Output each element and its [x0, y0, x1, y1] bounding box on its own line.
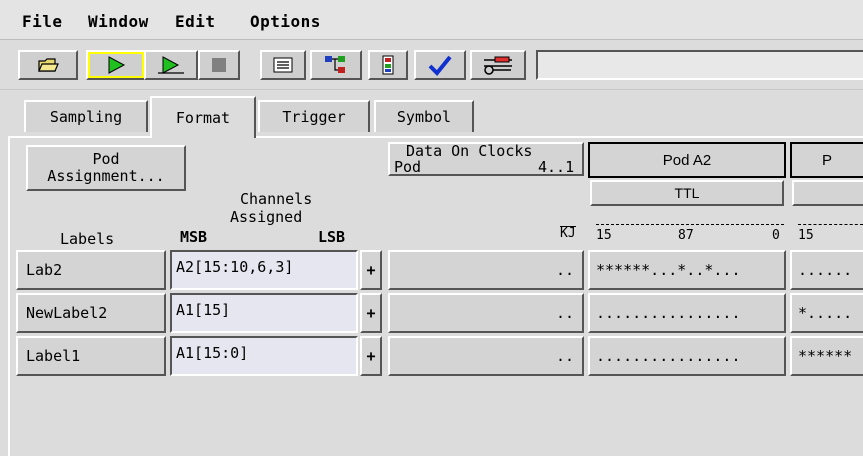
pod-a2-bits: ******...*..*... [596, 261, 741, 279]
pod-a2-threshold-button[interactable]: TTL [590, 180, 784, 206]
plus-icon: + [366, 347, 376, 365]
label-button-newlabel2[interactable]: NewLabel2 [16, 293, 166, 333]
tools-button[interactable] [470, 50, 526, 80]
menu-window[interactable]: Window [88, 12, 149, 31]
toolbar-input[interactable] [536, 50, 863, 80]
channels-value: A2[15:10,6,3] [176, 258, 294, 276]
add-channel-button[interactable]: + [360, 250, 382, 290]
channels-value: A1[15:0] [176, 344, 249, 362]
pod-a2-bits: ................ [596, 304, 741, 322]
data-on-clocks-label: Data On Clocks [406, 142, 533, 160]
pod-next-bits: ****** [798, 347, 853, 365]
tree-icon [325, 56, 345, 73]
check-button[interactable] [414, 50, 466, 80]
row-label: Lab2 [26, 261, 63, 279]
data-on-clocks-pod: Pod [394, 158, 422, 176]
bit-scale-line [596, 224, 784, 225]
listing-icon [273, 57, 293, 73]
tab-sampling[interactable]: Sampling [24, 100, 148, 132]
pod-a2-header[interactable]: Pod A2 [588, 142, 786, 178]
channels-field-newlabel2[interactable]: A1[15] [170, 293, 358, 333]
plus-icon: + [366, 261, 376, 279]
pod-a2-threshold: TTL [674, 185, 700, 201]
pod-next-bits-cell[interactable]: *..... [790, 293, 863, 333]
listing-button[interactable] [260, 50, 306, 80]
menu-options[interactable]: Options [250, 12, 321, 31]
stop-icon [212, 58, 226, 72]
labels-header: Labels [60, 230, 115, 248]
tab-symbol[interactable]: Symbol [374, 100, 474, 132]
open-file-button[interactable] [18, 50, 78, 80]
assigned-header: Assigned [230, 208, 303, 226]
data-on-clocks-range: 4..1 [538, 158, 575, 176]
plus-icon: + [366, 304, 376, 322]
pod-a2-bits: ................ [596, 347, 741, 365]
checkmark-icon [428, 55, 452, 76]
clock-value: .. [555, 304, 574, 322]
play-repetitive-icon [158, 56, 184, 74]
clock-cell[interactable]: .. [388, 250, 584, 290]
add-channel-button[interactable]: + [360, 293, 382, 333]
pod-assignment-button[interactable]: Pod Assignment... [26, 145, 186, 191]
channels-value: A1[15] [176, 301, 231, 319]
bit-scale-next-15: 15 [798, 228, 814, 243]
pod-next-bits: *..... [798, 304, 853, 322]
pod-assignment-label-2: Assignment... [47, 167, 165, 185]
config-icon [382, 55, 394, 75]
clock-cell[interactable]: .. [388, 293, 584, 333]
pod-assignment-label-1: Pod [92, 150, 120, 168]
bit-scale-a2-15: 15 [596, 228, 612, 243]
pod-a2-bits-cell[interactable]: ................ [588, 336, 786, 376]
run-repetitive-button[interactable] [144, 50, 198, 80]
menu-edit[interactable]: Edit [175, 12, 216, 31]
lsb-header: LSB [318, 228, 346, 246]
navigator-button[interactable] [310, 50, 362, 80]
row-label: NewLabel2 [26, 304, 108, 322]
bit-scale-a2-0: 0 [772, 228, 780, 243]
label-button-label1[interactable]: Label1 [16, 336, 166, 376]
data-on-clocks-button[interactable]: Data On Clocks Pod 4..1 [388, 142, 584, 176]
bit-scale-line-next [798, 224, 863, 225]
clock-cell[interactable]: .. [388, 336, 584, 376]
pod-next-label: P [822, 151, 833, 169]
configuration-button[interactable] [368, 50, 408, 80]
pod-next-threshold-button[interactable] [792, 180, 863, 206]
msb-header: MSB [180, 228, 208, 246]
menu-bar: File Window Edit Options [0, 0, 863, 40]
channels-header: Channels [240, 190, 313, 208]
label-button-lab2[interactable]: Lab2 [16, 250, 166, 290]
row-label: Label1 [26, 347, 81, 365]
bit-scale-a2-87: 87 [678, 228, 694, 243]
add-channel-button[interactable]: + [360, 336, 382, 376]
pod-next-bits: ...... [798, 261, 853, 279]
pod-next-bits-cell[interactable]: ****** [790, 336, 863, 376]
tab-format[interactable]: Format [150, 96, 256, 138]
kj-label: KJ [560, 226, 576, 241]
stop-button[interactable] [198, 50, 240, 80]
clock-value: .. [555, 347, 574, 365]
clock-value: .. [555, 261, 574, 279]
pod-next-header[interactable]: P [790, 142, 863, 178]
run-button[interactable] [86, 50, 146, 80]
pod-next-bits-cell[interactable]: ...... [790, 250, 863, 290]
play-icon [108, 56, 126, 74]
pod-a2-bits-cell[interactable]: ................ [588, 293, 786, 333]
pod-a2-label: Pod A2 [662, 151, 712, 169]
folder-icon [38, 58, 59, 72]
menu-file[interactable]: File [22, 12, 63, 31]
tab-trigger[interactable]: Trigger [258, 100, 370, 132]
toolbar [0, 40, 863, 90]
tools-icon [484, 56, 512, 75]
channels-field-label1[interactable]: A1[15:0] [170, 336, 358, 376]
channels-field-lab2[interactable]: A2[15:10,6,3] [170, 250, 358, 290]
pod-a2-bits-cell[interactable]: ******...*..*... [588, 250, 786, 290]
